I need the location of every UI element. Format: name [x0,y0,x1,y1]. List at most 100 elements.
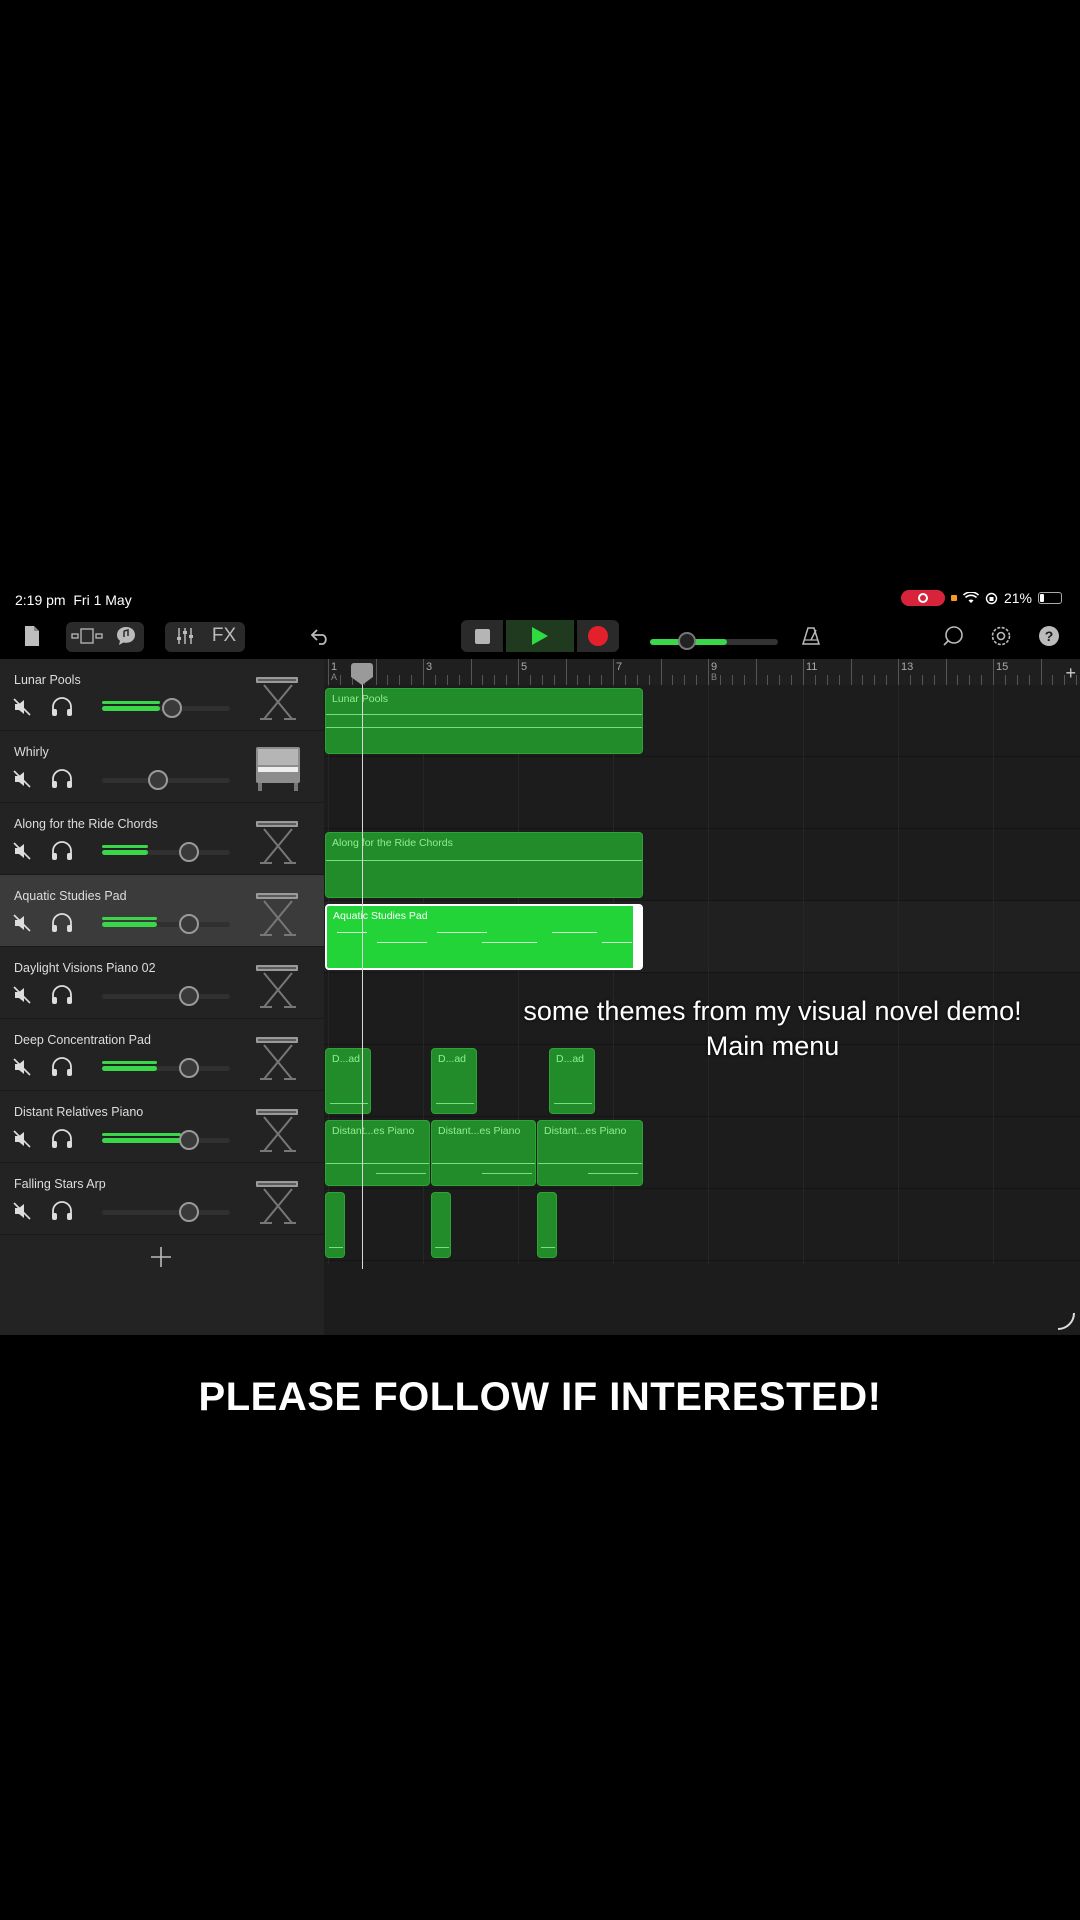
mute-button[interactable] [12,1057,32,1077]
help-icon: ? [1039,626,1059,646]
toolbar: FX ? [0,613,1080,659]
volume-knob[interactable] [148,770,168,790]
track-volume-slider[interactable] [102,842,230,862]
loop-browser-button[interactable] [938,613,968,659]
region-distant-relatives-1[interactable]: Distant...es Piano [325,1120,430,1186]
speaker-muted-icon [13,914,31,932]
mute-button[interactable] [12,913,32,933]
keyboard-stand-icon[interactable] [252,1027,304,1083]
status-time: 2:19 pm [15,592,66,608]
record-button[interactable] [577,620,619,652]
region-label: Distant...es Piano [438,1125,521,1137]
volume-knob[interactable] [179,1058,199,1078]
track-volume-slider[interactable] [102,914,230,934]
mute-button[interactable] [12,697,32,717]
keyboard-stand-icon[interactable] [252,667,304,723]
ruler-tick [660,659,662,685]
stop-button[interactable] [461,620,503,652]
track-volume-slider[interactable] [102,1130,230,1150]
ruler-tick [874,675,876,685]
add-section-button[interactable]: + [1065,663,1076,684]
mute-button[interactable] [12,1201,32,1221]
ruler-tick [886,675,888,685]
keyboard-stand-icon[interactable] [252,811,304,867]
playhead[interactable] [362,663,363,1269]
solo-button[interactable] [50,913,74,933]
track-volume-slider[interactable] [102,770,230,790]
track-name: Whirly [14,745,49,759]
solo-button[interactable] [50,1129,74,1149]
undo-button[interactable] [305,613,335,659]
track-header[interactable]: Daylight Visions Piano 02 [0,947,324,1019]
status-time-date: 2:19 pm Fri 1 May [15,592,132,608]
volume-fill [102,1066,157,1071]
volume-knob[interactable] [179,842,199,862]
track-volume-slider[interactable] [102,1202,230,1222]
track-header[interactable]: Whirly [0,731,324,803]
playhead-handle[interactable] [351,663,373,685]
settings-button[interactable] [986,613,1016,659]
metronome-button[interactable] [796,613,826,659]
solo-button[interactable] [50,697,74,717]
keyboard-stand-icon[interactable] [252,1099,304,1155]
headphones-icon [52,1057,72,1076]
mute-button[interactable] [12,985,32,1005]
smart-controls-button[interactable] [110,613,142,659]
mixer-button[interactable] [170,613,200,659]
region-falling-stars-1[interactable] [325,1192,345,1258]
region-falling-stars-2[interactable] [431,1192,451,1258]
fx-button[interactable]: FX [208,613,240,659]
mute-button[interactable] [12,769,32,789]
region-falling-stars-3[interactable] [537,1192,557,1258]
track-lane[interactable] [324,757,1080,829]
solo-button[interactable] [50,1201,74,1221]
ruler-tick [993,659,994,685]
ruler[interactable]: 1 3 5 7 9 11 13 15 A B [324,659,1080,686]
track-header[interactable]: Aquatic Studies Pad [0,875,324,947]
track-name: Lunar Pools [14,673,81,687]
track-header[interactable]: Deep Concentration Pad [0,1019,324,1091]
track-volume-slider[interactable] [102,986,230,1006]
upright-piano-icon[interactable] [252,739,304,795]
track-header[interactable]: Distant Relatives Piano [0,1091,324,1163]
ruler-tick [708,659,709,685]
solo-button[interactable] [50,769,74,789]
solo-button[interactable] [50,841,74,861]
mute-button[interactable] [12,841,32,861]
browser-view-button[interactable] [68,613,106,659]
ruler-tick [803,659,804,685]
volume-knob[interactable] [179,914,199,934]
play-button[interactable] [506,620,574,652]
region-distant-relatives-2[interactable]: Distant...es Piano [431,1120,536,1186]
resize-corner-icon[interactable] [1054,1309,1076,1331]
master-volume-knob[interactable] [678,632,696,650]
region-deep-concentration-1[interactable]: D...ad [325,1048,371,1114]
volume-knob[interactable] [179,1202,199,1222]
add-track-button[interactable] [145,1241,177,1273]
ruler-tick [470,659,472,685]
keyboard-stand-icon[interactable] [252,955,304,1011]
keyboard-stand-icon[interactable] [252,1171,304,1227]
track-header[interactable]: Along for the Ride Chords [0,803,324,875]
volume-knob[interactable] [179,1130,199,1150]
my-songs-button[interactable] [18,613,46,659]
region-along-for-the-ride[interactable]: Along for the Ride Chords [325,832,643,898]
ruler-tick [601,675,603,685]
keyboard-stand-icon[interactable] [252,883,304,939]
solo-button[interactable] [50,1057,74,1077]
track-volume-slider[interactable] [102,1058,230,1078]
master-volume-slider[interactable] [650,632,778,650]
track-header[interactable]: Falling Stars Arp [0,1163,324,1235]
region-distant-relatives-3[interactable]: Distant...es Piano [537,1120,643,1186]
ruler-tick [862,675,864,685]
track-volume-slider[interactable] [102,698,230,718]
region-lunar-pools[interactable]: Lunar Pools [325,688,643,754]
mute-button[interactable] [12,1129,32,1149]
track-header[interactable]: Lunar Pools [0,659,324,731]
solo-button[interactable] [50,985,74,1005]
screen-recording-icon[interactable] [900,590,945,606]
help-button[interactable]: ? [1034,613,1064,659]
volume-knob[interactable] [162,698,182,718]
volume-knob[interactable] [179,986,199,1006]
region-aquatic-studies[interactable]: Aquatic Studies Pad [325,904,643,970]
